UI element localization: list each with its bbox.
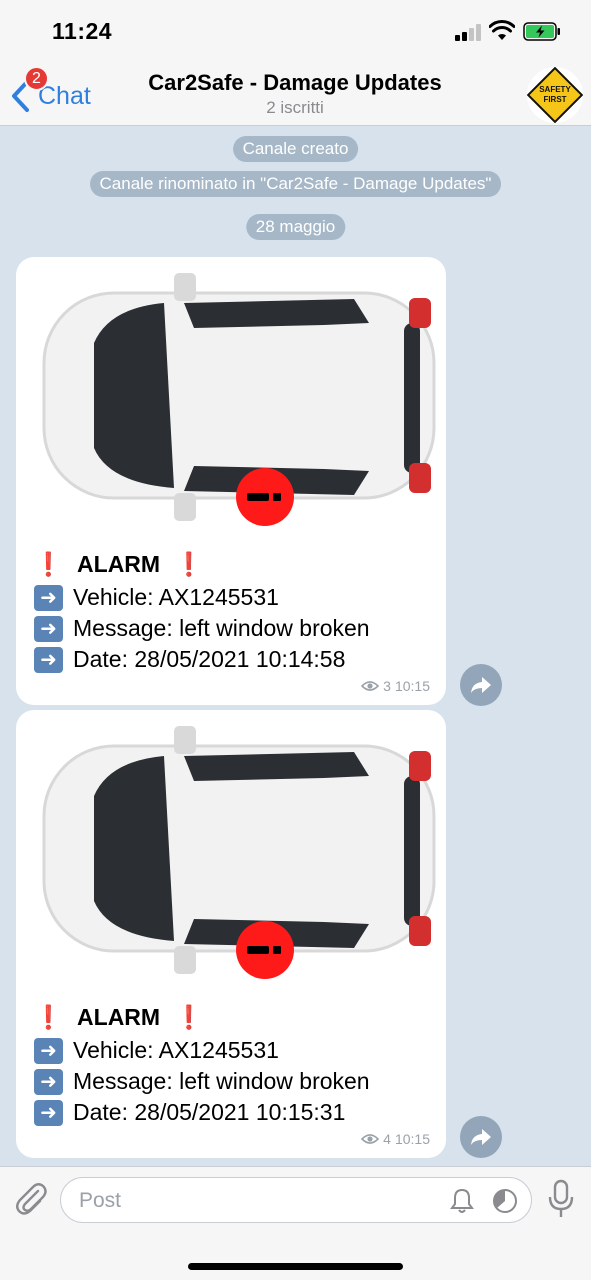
message-bubble[interactable]: ❗ ALARM ❗ ➜ Vehicle: AX1245531 ➜ Message… — [16, 710, 446, 1158]
exclamation-icon: ❗ — [174, 551, 204, 577]
right-arrow-icon: ➜ — [34, 584, 63, 611]
share-button[interactable] — [460, 664, 502, 706]
message-time: 10:15 — [394, 678, 430, 694]
vehicle-line: ➜ Vehicle: AX1245531 — [34, 584, 279, 611]
share-icon — [471, 1129, 491, 1145]
status-time: 11:24 — [52, 18, 113, 44]
service-message: Canale rinominato in "Car2Safe - Damage … — [89, 171, 502, 197]
date-line: ➜ Date: 28/05/2021 10:14:58 — [34, 646, 345, 673]
exclamation-icon: ❗ — [34, 1004, 63, 1030]
chat-area[interactable]: Canale creato Canale rinominato in "Car2… — [0, 126, 591, 1166]
channel-avatar[interactable]: SAFETY FIRST — [527, 67, 583, 123]
message-bubble[interactable]: ❗ ALARM ❗ ➜ Vehicle: AX1245531 ➜ Message… — [16, 257, 446, 705]
eye-icon — [361, 681, 380, 691]
date-separator: 28 maggio — [245, 214, 346, 240]
exclamation-icon: ❗ — [174, 1004, 204, 1030]
timer-icon[interactable] — [491, 1187, 519, 1215]
view-count: 3 — [383, 678, 391, 694]
message-line: ➜ Message: left window broken — [34, 615, 370, 642]
message-time: 10:15 — [394, 1131, 430, 1147]
share-button[interactable] — [460, 1116, 502, 1158]
bell-icon[interactable] — [448, 1187, 476, 1215]
channel-subtitle: 2 iscritti — [266, 98, 324, 117]
alarm-heading: ❗ ALARM ❗ — [34, 1004, 204, 1030]
right-arrow-icon: ➜ — [34, 1099, 63, 1126]
right-arrow-icon: ➜ — [34, 646, 63, 673]
home-indicator — [188, 1263, 403, 1270]
battery-icon — [523, 22, 560, 41]
input-placeholder: Post — [79, 1189, 122, 1212]
message-line: ➜ Message: left window broken — [34, 1068, 370, 1095]
message-meta: 3 10:15 — [361, 678, 430, 694]
right-arrow-icon: ➜ — [34, 1037, 63, 1064]
message-meta: 4 10:15 — [361, 1131, 430, 1147]
share-icon — [471, 677, 491, 693]
service-message: Canale creato — [232, 136, 359, 162]
channel-title[interactable]: Car2Safe - Damage Updates — [110, 70, 480, 96]
message-input[interactable]: Post — [60, 1177, 532, 1223]
paperclip-icon[interactable] — [14, 1181, 48, 1217]
status-bar: 11:24 — [0, 0, 591, 62]
composer-bar: Post — [0, 1166, 591, 1280]
unread-badge: 2 — [24, 66, 49, 91]
eye-icon — [361, 1134, 380, 1144]
car-image — [42, 726, 436, 979]
avatar-text: SAFETY FIRST — [539, 85, 571, 104]
date-line: ➜ Date: 28/05/2021 10:15:31 — [34, 1099, 345, 1126]
back-button[interactable]: Chat — [8, 76, 108, 116]
signal-icon — [455, 24, 483, 41]
microphone-icon[interactable] — [546, 1179, 576, 1219]
right-arrow-icon: ➜ — [34, 615, 63, 642]
exclamation-icon: ❗ — [34, 551, 63, 577]
car-image — [42, 273, 436, 526]
wifi-icon — [489, 20, 515, 40]
right-arrow-icon: ➜ — [34, 1068, 63, 1095]
view-count: 4 — [383, 1131, 391, 1147]
alarm-heading: ❗ ALARM ❗ — [34, 551, 204, 577]
vehicle-line: ➜ Vehicle: AX1245531 — [34, 1037, 279, 1064]
